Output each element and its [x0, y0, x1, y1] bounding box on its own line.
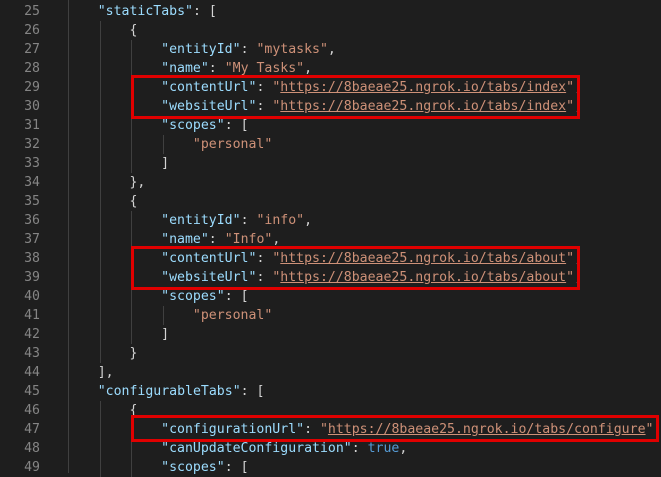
code-line[interactable]: 25 "staticTabs": [ — [0, 2, 661, 21]
code-token: "staticTabs" — [97, 4, 193, 19]
code-token: : [ — [193, 4, 217, 19]
line-number: 31 — [24, 118, 40, 133]
code-token: "scopes" — [161, 118, 225, 133]
highlight-box-configure-url — [131, 415, 659, 442]
line-number: 34 — [24, 175, 40, 190]
code-text: "personal" — [193, 135, 272, 154]
code-token: : — [208, 232, 225, 247]
line-number: 25 — [24, 4, 40, 19]
code-token: "name" — [161, 232, 209, 247]
code-token: "configurableTabs" — [97, 384, 241, 399]
code-token: "mytasks" — [256, 42, 328, 57]
code-token: { — [129, 194, 138, 209]
line-number: 41 — [24, 308, 40, 323]
code-line[interactable]: 27 "entityId": "mytasks", — [0, 40, 661, 59]
code-token: "info" — [256, 213, 305, 228]
code-token: "Info" — [224, 232, 273, 247]
line-number: 30 — [24, 99, 40, 114]
line-number: 26 — [24, 23, 40, 38]
line-number: 44 — [24, 365, 40, 380]
code-token: : — [240, 213, 257, 228]
code-text: { — [129, 21, 137, 40]
code-token: "My Tasks" — [224, 61, 305, 76]
line-number: 46 — [24, 403, 40, 418]
line-number: 48 — [24, 441, 40, 456]
code-editor[interactable]: 25 "staticTabs": [26{27 "entityId": "mytas… — [0, 0, 661, 477]
code-text: }, — [129, 173, 145, 192]
code-line[interactable]: 32 "personal" — [0, 135, 661, 154]
line-number: 47 — [24, 422, 40, 437]
code-token: , — [304, 213, 313, 228]
code-text: "entityId": "info", — [161, 211, 312, 230]
code-text: "personal" — [193, 306, 272, 325]
code-token: "entityId" — [161, 213, 241, 228]
line-number: 40 — [24, 289, 40, 304]
code-token: { — [129, 23, 138, 38]
code-token: "canUpdateConfiguration" — [161, 441, 352, 456]
line-number: 29 — [24, 80, 40, 95]
code-line[interactable]: 33] — [0, 154, 661, 173]
line-number: 28 — [24, 61, 40, 76]
code-token: : — [351, 441, 368, 456]
code-text: { — [129, 192, 137, 211]
code-token: : [ — [224, 118, 249, 133]
code-line[interactable]: 49 "scopes": [ — [0, 458, 661, 477]
code-token: "entityId" — [161, 42, 241, 57]
line-number: 49 — [24, 460, 40, 475]
code-text: ] — [161, 325, 169, 344]
code-text: "staticTabs": [ — [98, 2, 217, 21]
code-line[interactable]: 44], — [0, 363, 661, 382]
code-token: , — [304, 61, 313, 76]
code-line[interactable]: 43} — [0, 344, 661, 363]
line-number: 36 — [24, 213, 40, 228]
code-token: : — [240, 42, 257, 57]
line-number: 39 — [24, 270, 40, 285]
code-line[interactable]: 45 "configurableTabs": [ — [0, 382, 661, 401]
line-number: 43 — [24, 346, 40, 361]
code-token: "personal" — [192, 308, 273, 323]
code-line[interactable]: 35 { — [0, 192, 661, 211]
code-token: , — [327, 42, 336, 57]
code-text: } — [129, 344, 137, 363]
code-token: ], — [97, 365, 114, 380]
code-text: "entityId": "mytasks", — [161, 40, 336, 59]
code-token: , — [399, 441, 408, 456]
code-token: }, — [129, 175, 146, 190]
code-text: "configurableTabs": [ — [98, 382, 265, 401]
code-token: ] — [161, 156, 170, 171]
code-token: } — [129, 346, 138, 361]
code-token: : — [208, 61, 225, 76]
line-number: 38 — [24, 251, 40, 266]
code-line[interactable]: 26 { — [0, 21, 661, 40]
code-token: : [ — [240, 384, 265, 399]
line-number: 35 — [24, 194, 40, 209]
line-number: 27 — [24, 42, 40, 57]
code-token: "personal" — [192, 137, 273, 152]
line-number: 37 — [24, 232, 40, 247]
code-token: : [ — [224, 289, 249, 304]
line-number: 42 — [24, 327, 40, 342]
code-token: "name" — [161, 61, 209, 76]
code-line[interactable]: 34}, — [0, 173, 661, 192]
code-token: ] — [161, 327, 170, 342]
code-token: , — [272, 232, 281, 247]
code-line[interactable]: 41 "personal" — [0, 306, 661, 325]
code-text: ] — [161, 154, 169, 173]
code-line[interactable]: 42] — [0, 325, 661, 344]
highlight-box-about-urls — [131, 246, 580, 290]
line-number: 32 — [24, 137, 40, 152]
code-line[interactable]: 36 "entityId": "info", — [0, 211, 661, 230]
line-number: 45 — [24, 384, 40, 399]
code-token: true — [367, 441, 400, 456]
highlight-box-index-urls — [131, 75, 580, 119]
line-number: 33 — [24, 156, 40, 171]
code-text: ], — [98, 363, 114, 382]
code-text: "scopes": [ — [161, 458, 248, 477]
code-token: "scopes" — [161, 289, 225, 304]
